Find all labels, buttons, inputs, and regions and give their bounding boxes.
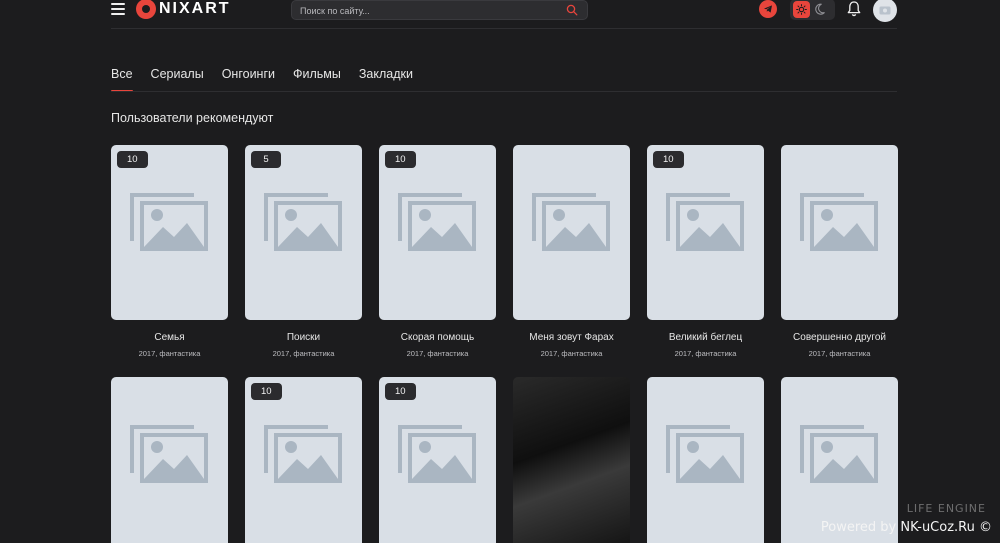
rating-badge: 10	[385, 383, 416, 400]
rating-badge: 10	[117, 151, 148, 168]
avatar-icon	[879, 6, 891, 15]
card-poster[interactable]	[781, 145, 898, 320]
image-placeholder-icon	[666, 193, 744, 251]
logo-mark-icon	[136, 0, 156, 19]
image-placeholder-icon	[532, 193, 610, 251]
card-poster[interactable]: 10	[647, 145, 764, 320]
rating-badge: 10	[251, 383, 282, 400]
card-meta: 2017, фантастика	[808, 349, 871, 358]
rating-badge: 10	[385, 151, 416, 168]
image-placeholder-icon	[264, 425, 342, 483]
rating-badge: 5	[251, 151, 281, 168]
site-logo[interactable]: NIXART	[136, 0, 231, 19]
tab-all[interactable]: Все	[111, 66, 133, 92]
moon-icon[interactable]	[815, 2, 829, 16]
rating-badge: 10	[653, 151, 684, 168]
search-bar	[291, 0, 588, 20]
card-poster[interactable]: 10	[379, 145, 496, 320]
card-title[interactable]: Совершенно другой	[781, 332, 898, 343]
search-input[interactable]	[300, 3, 550, 18]
category-tabs: Все Сериалы Онгоинги Фильмы Закладки	[111, 66, 431, 92]
card-poster[interactable]	[647, 377, 764, 543]
card-poster[interactable]	[111, 377, 228, 543]
telegram-icon	[764, 5, 772, 13]
tab-bookmarks[interactable]: Закладки	[359, 66, 413, 92]
card-meta: 2017, фантастика	[138, 349, 201, 358]
card-meta: 2017, фантастика	[406, 349, 469, 358]
card-title[interactable]: Скорая помощь	[379, 332, 496, 343]
tab-movies[interactable]: Фильмы	[293, 66, 341, 92]
image-placeholder-icon	[130, 193, 208, 251]
card-title[interactable]: Семья	[111, 332, 228, 343]
tabs-divider	[111, 91, 897, 92]
card-poster[interactable]	[513, 377, 630, 543]
search-icon[interactable]	[566, 4, 578, 16]
avatar[interactable]	[873, 0, 897, 22]
image-placeholder-icon	[398, 193, 476, 251]
image-placeholder-icon	[264, 193, 342, 251]
tab-series[interactable]: Сериалы	[151, 66, 204, 92]
card-meta: 2017, фантастика	[674, 349, 737, 358]
card-poster[interactable]: 5	[245, 145, 362, 320]
card-meta: 2017, фантастика	[272, 349, 335, 358]
card-poster[interactable]: 10	[245, 377, 362, 543]
logo-text: NIXART	[159, 0, 231, 17]
bell-icon[interactable]	[846, 0, 862, 18]
card-title[interactable]: Меня зовут Фарах	[513, 332, 630, 343]
card-meta: 2017, фантастика	[540, 349, 603, 358]
image-placeholder-icon	[130, 425, 208, 483]
site-header: NIXART	[0, 0, 1000, 28]
tab-ongoing[interactable]: Онгоинги	[222, 66, 275, 92]
image-placeholder-icon	[666, 425, 744, 483]
menu-icon[interactable]	[111, 3, 125, 15]
card-poster[interactable]: 10	[111, 145, 228, 320]
telegram-button[interactable]	[759, 0, 777, 18]
card-title[interactable]: Великий беглец	[647, 332, 764, 343]
sun-icon[interactable]	[793, 1, 810, 18]
card-poster[interactable]	[513, 145, 630, 320]
header-divider	[111, 28, 897, 29]
theme-toggle[interactable]	[790, 0, 835, 20]
section-title: Пользователи рекомендуют	[111, 111, 274, 125]
engine-watermark: LIFE ENGINE	[906, 502, 986, 515]
image-placeholder-icon	[800, 193, 878, 251]
card-poster[interactable]	[781, 377, 898, 543]
image-placeholder-icon	[800, 425, 878, 483]
card-poster[interactable]: 10	[379, 377, 496, 543]
powered-by-text: Powered by NK-uCoz.Ru ©	[820, 520, 992, 535]
card-title[interactable]: Поиски	[245, 332, 362, 343]
image-placeholder-icon	[398, 425, 476, 483]
